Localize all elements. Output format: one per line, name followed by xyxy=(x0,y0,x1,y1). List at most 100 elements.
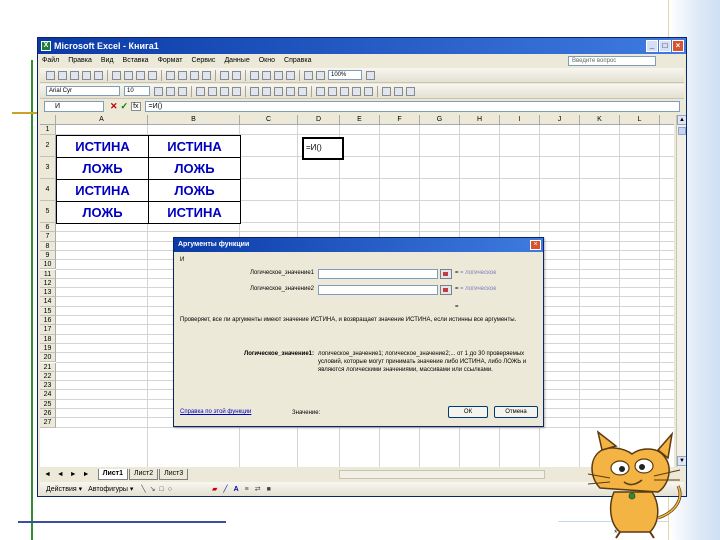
row-header-17[interactable]: 17 xyxy=(40,325,56,335)
row-header-21[interactable]: 21 xyxy=(40,362,56,372)
row-header-6[interactable]: 6 xyxy=(40,223,56,233)
arrow-style-icon[interactable]: ⇄ xyxy=(255,485,261,493)
font-color-icon[interactable] xyxy=(364,86,373,96)
menu-view[interactable]: Вид xyxy=(101,54,114,67)
redo-icon[interactable] xyxy=(232,70,241,80)
sheet-tab-2[interactable]: Лист2 xyxy=(129,469,159,480)
scroll-up-icon[interactable]: ▲ xyxy=(677,115,686,125)
draw-autoshapes-menu[interactable]: Автофигуры ▾ xyxy=(88,485,133,493)
column-header-d[interactable]: D xyxy=(298,115,340,125)
arg1-input[interactable] xyxy=(318,269,438,279)
sheet-nav-arrows[interactable]: ◄ ◄ ► ► xyxy=(44,471,92,478)
column-header-a[interactable]: A xyxy=(56,115,148,125)
menu-data[interactable]: Данные xyxy=(224,54,249,67)
currency-icon[interactable] xyxy=(250,86,259,96)
menu-edit[interactable]: Правка xyxy=(68,54,92,67)
draw-actions-menu[interactable]: Действия ▾ xyxy=(46,485,82,493)
sort-desc-icon[interactable] xyxy=(286,70,295,80)
menu-window[interactable]: Окно xyxy=(259,54,275,67)
borders-icon[interactable] xyxy=(340,86,349,96)
insert-function-icon[interactable]: fx xyxy=(131,101,141,111)
truth-cell-a4[interactable]: ИСТИНА xyxy=(56,179,149,202)
active-cell-d2[interactable]: =И() xyxy=(302,137,344,160)
menu-format[interactable]: Формат xyxy=(158,54,183,67)
row-header-25[interactable]: 25 xyxy=(40,399,56,409)
row-header-23[interactable]: 23 xyxy=(40,381,56,391)
arg2-input[interactable] xyxy=(318,285,438,295)
vertical-scrollbar[interactable]: ▲ ▼ xyxy=(676,115,686,467)
cancel-icon[interactable]: ✕ xyxy=(110,101,118,112)
font-name-select[interactable]: Arial Cyr xyxy=(46,86,120,96)
column-header-f[interactable]: F xyxy=(380,115,420,125)
row-header-18[interactable]: 18 xyxy=(40,334,56,344)
truth-cell-b4[interactable]: ЛОЖЬ xyxy=(148,179,241,202)
chart-wizard-icon[interactable] xyxy=(304,70,313,80)
line-color-icon[interactable]: ╱ xyxy=(223,485,227,493)
ok-button[interactable]: ОК xyxy=(448,406,488,418)
menu-help[interactable]: Справка xyxy=(284,54,311,67)
decrease-decimal-icon[interactable] xyxy=(298,86,307,96)
truth-cell-b5[interactable]: ИСТИНА xyxy=(148,201,241,224)
line-icon[interactable]: ╲ xyxy=(141,485,145,493)
align-left-icon[interactable] xyxy=(196,86,205,96)
minimize-button[interactable]: _ xyxy=(646,40,658,52)
column-header-m[interactable]: M xyxy=(660,115,674,125)
italic-icon[interactable] xyxy=(166,86,175,96)
drawing-icon[interactable] xyxy=(316,70,325,80)
row-header-5[interactable]: 5 xyxy=(40,201,56,223)
shadow-icon[interactable]: ■ xyxy=(267,486,271,493)
spelling-icon[interactable] xyxy=(136,70,145,80)
row-header-22[interactable]: 22 xyxy=(40,371,56,382)
restore-button[interactable]: □ xyxy=(659,40,671,52)
row-header-2[interactable]: 2 xyxy=(40,135,56,157)
sheet-tab-3[interactable]: Лист3 xyxy=(159,469,189,480)
print-icon[interactable] xyxy=(112,70,121,80)
check-icon[interactable] xyxy=(394,86,403,96)
sheet-tab-1[interactable]: Лист1 xyxy=(97,469,128,480)
row-header-20[interactable]: 20 xyxy=(40,353,56,363)
arg2-collapse-icon[interactable] xyxy=(440,285,452,295)
row-header-14[interactable]: 14 xyxy=(40,297,56,307)
paste-icon[interactable] xyxy=(190,70,199,80)
column-header-b[interactable]: B xyxy=(148,115,240,125)
column-header-c[interactable]: C xyxy=(240,115,298,125)
row-header-9[interactable]: 9 xyxy=(40,250,56,261)
column-header-j[interactable]: J xyxy=(540,115,580,125)
row-header-24[interactable]: 24 xyxy=(40,390,56,400)
comma-icon[interactable] xyxy=(274,86,283,96)
function-help-link[interactable]: Справка по этой функции xyxy=(180,409,251,415)
row-header-7[interactable]: 7 xyxy=(40,232,56,242)
copy-icon[interactable] xyxy=(178,70,187,80)
row-header-3[interactable]: 3 xyxy=(40,157,56,179)
line-style-icon[interactable]: ≡ xyxy=(245,486,249,493)
formula-input[interactable]: =И() xyxy=(144,100,680,112)
undo-icon[interactable] xyxy=(220,70,229,80)
options-icon[interactable] xyxy=(406,86,415,96)
bold-icon[interactable] xyxy=(154,86,163,96)
oval-icon[interactable]: ○ xyxy=(168,486,172,493)
truth-cell-b3[interactable]: ЛОЖЬ xyxy=(148,157,241,180)
row-header-16[interactable]: 16 xyxy=(40,316,56,326)
truth-cell-a3[interactable]: ЛОЖЬ xyxy=(56,157,149,180)
menu-tools[interactable]: Сервис xyxy=(191,54,215,67)
row-header-1[interactable]: 1 xyxy=(40,125,56,135)
row-header-26[interactable]: 26 xyxy=(40,409,56,419)
underline-icon[interactable] xyxy=(178,86,187,96)
autosum-icon[interactable] xyxy=(262,70,271,80)
percent-icon[interactable] xyxy=(262,86,271,96)
column-header-l[interactable]: L xyxy=(620,115,660,125)
research-icon[interactable] xyxy=(148,70,157,80)
font-color-draw-icon[interactable]: A xyxy=(234,486,239,493)
open-icon[interactable] xyxy=(58,70,67,80)
pivot-icon[interactable] xyxy=(382,86,391,96)
fill-color-icon[interactable] xyxy=(352,86,361,96)
row-header-10[interactable]: 10 xyxy=(40,260,56,270)
row-header-13[interactable]: 13 xyxy=(40,288,56,298)
fill-color-draw-icon[interactable]: ▰ xyxy=(212,485,217,493)
cut-icon[interactable] xyxy=(166,70,175,80)
name-box[interactable]: И xyxy=(44,100,104,112)
permission-icon[interactable] xyxy=(82,70,91,80)
column-header-k[interactable]: K xyxy=(580,115,620,125)
select-all-corner[interactable] xyxy=(40,115,56,125)
format-painter-icon[interactable] xyxy=(202,70,211,80)
